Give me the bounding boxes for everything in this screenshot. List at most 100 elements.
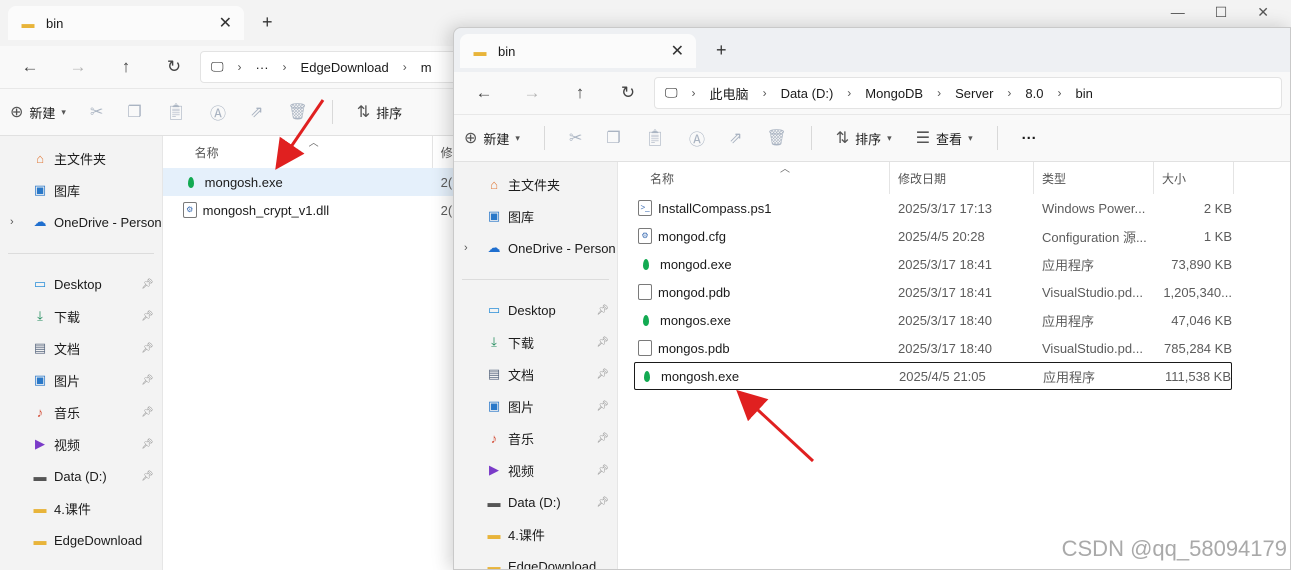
rename-icon[interactable]: Ⓐ xyxy=(689,126,705,150)
rename-icon[interactable]: Ⓐ xyxy=(210,100,226,124)
file-row[interactable]: mongos.pdb 2025/3/17 18:40 VisualStudio.… xyxy=(634,334,1232,362)
pin-icon[interactable]: 📌︎ xyxy=(596,433,609,444)
cut-icon[interactable]: ✂ xyxy=(569,128,582,148)
back-arrow-icon[interactable]: ← xyxy=(462,83,506,103)
forward-arrow-icon[interactable]: → xyxy=(56,57,100,77)
up-arrow-icon[interactable]: ↑ xyxy=(558,83,602,103)
sidebar-item-downloads[interactable]: ⤓ 下载 📌︎ xyxy=(0,300,162,332)
column-name[interactable]: 名称 xyxy=(163,136,433,168)
pin-icon[interactable]: 📌︎ xyxy=(141,311,154,322)
sidebar-item-home[interactable]: ⌂ 主文件夹 xyxy=(454,168,617,200)
file-row[interactable]: ⚙ mongosh_crypt_v1.dll 2( xyxy=(163,196,470,224)
sidebar-item-courseware[interactable]: ▬ 4.课件 xyxy=(454,518,617,550)
forward-arrow-icon[interactable]: → xyxy=(510,83,554,103)
file-row[interactable]: mongosh.exe 2( xyxy=(162,168,470,196)
pin-icon[interactable]: 📌︎ xyxy=(141,279,154,290)
breadcrumb-item[interactable]: m xyxy=(421,60,432,75)
sidebar-item-edgedownload[interactable]: ▬ EdgeDownload xyxy=(454,550,617,570)
chevron-right-icon[interactable]: › xyxy=(464,242,468,254)
sidebar-item-home[interactable]: ⌂ 主文件夹 xyxy=(0,142,162,174)
view-button[interactable]: ☰ 查看 ▾ xyxy=(916,128,973,148)
more-options-button[interactable]: ··· xyxy=(1022,130,1037,147)
sidebar-item-courseware[interactable]: ▬ 4.课件 xyxy=(0,492,162,524)
pin-icon[interactable]: 📌︎ xyxy=(141,375,154,386)
sidebar-item-downloads[interactable]: ⤓ 下载 📌︎ xyxy=(454,326,617,358)
sidebar-item-videos[interactable]: ▶ 视频 📌︎ xyxy=(0,428,162,460)
new-tab-icon[interactable]: + xyxy=(716,40,727,61)
pin-icon[interactable]: 📌︎ xyxy=(141,471,154,482)
sidebar-item-data-drive[interactable]: ▬ Data (D:) 📌︎ xyxy=(454,486,617,518)
cut-icon[interactable]: ✂ xyxy=(90,102,103,122)
back-address-bar[interactable]: 🖵 › ··· › EdgeDownload › m xyxy=(200,51,462,83)
column-date[interactable]: 修改日期 xyxy=(890,162,1034,194)
back-arrow-icon[interactable]: ← xyxy=(8,57,52,77)
pin-icon[interactable]: 📌︎ xyxy=(596,369,609,380)
up-arrow-icon[interactable]: ↑ xyxy=(104,57,148,77)
back-tab[interactable]: ▬ bin ✕ xyxy=(8,6,244,40)
sidebar-item-documents[interactable]: ▤ 文档 📌︎ xyxy=(0,332,162,364)
pin-icon[interactable]: 📌︎ xyxy=(596,401,609,412)
file-row-selected[interactable]: mongosh.exe 2025/4/5 21:05 应用程序 111,538 … xyxy=(634,362,1232,390)
pin-icon[interactable]: 📌︎ xyxy=(596,337,609,348)
delete-icon[interactable]: 🗑︎ xyxy=(766,128,786,148)
file-row[interactable]: ⚙ mongod.cfg 2025/4/5 20:28 Configuratio… xyxy=(634,222,1232,250)
file-row[interactable]: mongod.pdb 2025/3/17 18:41 VisualStudio.… xyxy=(634,278,1232,306)
front-tab[interactable]: ▬ bin ✕ xyxy=(460,34,696,68)
sidebar-item-documents[interactable]: ▤ 文档 📌︎ xyxy=(454,358,617,390)
file-row[interactable]: mongos.exe 2025/3/17 18:40 应用程序 47,046 K… xyxy=(634,306,1232,334)
sidebar-item-gallery[interactable]: ▣ 图库 xyxy=(0,174,162,206)
file-row[interactable]: mongod.exe 2025/3/17 18:41 应用程序 73,890 K… xyxy=(634,250,1232,278)
delete-icon[interactable]: 🗑︎ xyxy=(287,102,307,122)
minimize-icon[interactable]: — xyxy=(1171,4,1185,21)
pin-icon[interactable]: 📌︎ xyxy=(596,305,609,316)
sidebar-item-onedrive[interactable]: › ☁ OneDrive - Person xyxy=(454,232,617,264)
sidebar-item-pictures[interactable]: ▣ 图片 📌︎ xyxy=(454,390,617,422)
breadcrumb-item[interactable]: 此电脑 xyxy=(710,84,749,103)
sort-button[interactable]: ⇅ 排序 xyxy=(357,102,402,122)
pin-icon[interactable]: 📌︎ xyxy=(596,465,609,476)
copy-icon[interactable]: ❐ xyxy=(606,128,620,148)
sidebar-item-data-drive[interactable]: ▬ Data (D:) 📌︎ xyxy=(0,460,162,492)
chevron-right-icon[interactable]: › xyxy=(10,216,14,228)
refresh-icon[interactable]: ↻ xyxy=(606,83,650,103)
share-icon[interactable]: ⇗ xyxy=(729,128,742,148)
close-window-icon[interactable]: ✕ xyxy=(1257,4,1269,21)
pin-icon[interactable]: 📌︎ xyxy=(141,407,154,418)
sidebar-item-onedrive[interactable]: › ☁ OneDrive - Person xyxy=(0,206,162,238)
pin-icon[interactable]: 📌︎ xyxy=(596,497,609,508)
sidebar-item-pictures[interactable]: ▣ 图片 📌︎ xyxy=(0,364,162,396)
sidebar-item-videos[interactable]: ▶ 视频 📌︎ xyxy=(454,454,617,486)
sidebar-item-music[interactable]: ♪ 音乐 📌︎ xyxy=(454,422,617,454)
share-icon[interactable]: ⇗ xyxy=(250,102,263,122)
paste-icon[interactable]: 📋︎ xyxy=(645,128,665,148)
overflow-dots-icon[interactable]: ··· xyxy=(256,60,269,75)
sidebar-item-gallery[interactable]: ▣ 图库 xyxy=(454,200,617,232)
new-button[interactable]: ⊕ 新建 ▾ xyxy=(10,102,66,122)
breadcrumb-item[interactable]: EdgeDownload xyxy=(301,60,389,75)
column-type[interactable]: 类型 xyxy=(1034,162,1154,194)
sort-button[interactable]: ⇅ 排序 ▾ xyxy=(836,128,892,148)
column-size[interactable]: 大小 xyxy=(1154,162,1234,194)
column-name[interactable]: 名称 xyxy=(634,162,890,194)
sidebar-item-music[interactable]: ♪ 音乐 📌︎ xyxy=(0,396,162,428)
pin-icon[interactable]: 📌︎ xyxy=(141,439,154,450)
breadcrumb-item[interactable]: Server xyxy=(955,86,993,101)
sidebar-item-desktop[interactable]: ▭ Desktop 📌︎ xyxy=(454,294,617,326)
breadcrumb-item[interactable]: MongoDB xyxy=(865,86,923,101)
sidebar-item-edgedownload[interactable]: ▬ EdgeDownload xyxy=(0,524,162,556)
breadcrumb-item[interactable]: 8.0 xyxy=(1025,86,1043,101)
sidebar-item-desktop[interactable]: ▭ Desktop 📌︎ xyxy=(0,268,162,300)
breadcrumb-item[interactable]: Data (D:) xyxy=(781,86,834,101)
maximize-icon[interactable]: ☐ xyxy=(1215,4,1228,21)
new-tab-icon[interactable]: + xyxy=(262,12,273,33)
copy-icon[interactable]: ❐ xyxy=(127,102,141,122)
new-button[interactable]: ⊕ 新建 ▾ xyxy=(464,128,520,148)
refresh-icon[interactable]: ↻ xyxy=(152,57,196,77)
close-tab-icon[interactable]: ✕ xyxy=(219,13,232,33)
breadcrumb-item[interactable]: bin xyxy=(1075,86,1092,101)
pin-icon[interactable]: 📌︎ xyxy=(141,343,154,354)
file-row[interactable]: >_ InstallCompass.ps1 2025/3/17 17:13 Wi… xyxy=(634,194,1232,222)
front-address-bar[interactable]: 🖵 › 此电脑 › Data (D:) › MongoDB › Server ›… xyxy=(654,77,1282,109)
paste-icon[interactable]: 📋︎ xyxy=(166,102,186,122)
close-tab-icon[interactable]: ✕ xyxy=(671,41,684,61)
